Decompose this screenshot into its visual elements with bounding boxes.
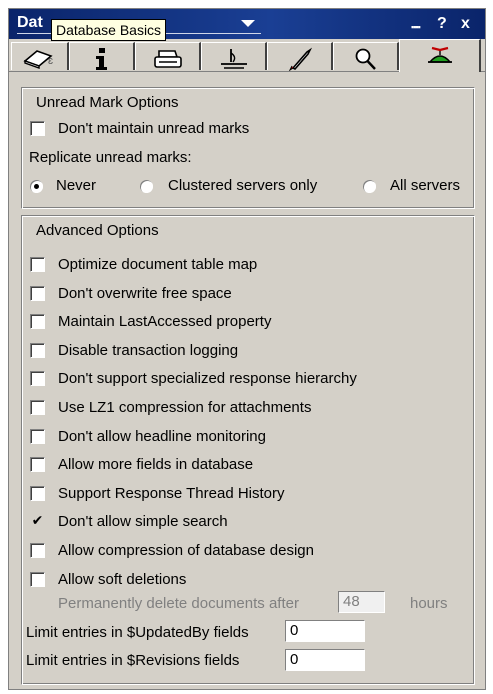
radio-never-label: Never bbox=[56, 177, 97, 194]
advanced-option-checkbox[interactable] bbox=[30, 457, 45, 472]
advanced-option-checkbox[interactable] bbox=[30, 371, 45, 386]
help-icon[interactable]: ? bbox=[437, 16, 447, 32]
advanced-option-checkbox[interactable] bbox=[30, 343, 45, 358]
advanced-option-label: Don't support specialized response hiera… bbox=[58, 370, 357, 387]
tab-printing[interactable] bbox=[135, 42, 201, 70]
radio-never[interactable] bbox=[30, 180, 43, 193]
advanced-option-label: Disable transaction logging bbox=[58, 342, 239, 359]
dont-maintain-unread-checkbox[interactable] bbox=[30, 121, 45, 136]
radio-clustered[interactable] bbox=[140, 180, 153, 193]
tab-launch[interactable] bbox=[267, 42, 333, 71]
advanced-group-title: Advanced Options bbox=[36, 222, 159, 239]
replicate-unread-label: Replicate unread marks: bbox=[29, 149, 192, 166]
database-icon: ɛ bbox=[22, 50, 53, 69]
advanced-option-checkbox[interactable] bbox=[30, 572, 45, 587]
delete-after-field[interactable]: 48 bbox=[338, 591, 385, 613]
magnifier-icon bbox=[355, 48, 376, 70]
printer-icon bbox=[153, 50, 182, 68]
checkmark-icon: ✔ bbox=[31, 512, 44, 528]
advanced-option-label: Use LZ1 compression for attachments bbox=[58, 399, 312, 416]
revisions-label: Limit entries in $Revisions fields bbox=[26, 652, 240, 669]
advanced-option-checkbox[interactable] bbox=[30, 314, 45, 329]
tab-info[interactable] bbox=[69, 42, 135, 70]
close-icon[interactable]: x bbox=[461, 16, 470, 32]
tab-advanced[interactable] bbox=[399, 39, 481, 72]
tooltip: Database Basics bbox=[51, 19, 167, 41]
propeller-hat-icon bbox=[427, 46, 452, 63]
advanced-option-checkbox[interactable] bbox=[30, 429, 45, 444]
advanced-option-label: Allow more fields in database bbox=[58, 456, 254, 473]
advanced-option-checkbox[interactable] bbox=[30, 486, 45, 501]
hours-label: hours bbox=[410, 595, 448, 612]
info-icon bbox=[95, 48, 107, 70]
updated-by-field[interactable]: 0 bbox=[285, 620, 365, 642]
advanced-option-checkbox[interactable] bbox=[30, 257, 45, 272]
advanced-option-label: Allow compression of database design bbox=[58, 542, 314, 559]
advanced-option-label: Don't allow simple search bbox=[58, 513, 228, 530]
menu-icon[interactable]: ▪▪▪▪ bbox=[411, 19, 421, 35]
radio-clustered-label: Clustered servers only bbox=[168, 177, 318, 194]
radio-all-servers[interactable] bbox=[363, 180, 376, 193]
advanced-option-checkbox[interactable] bbox=[30, 400, 45, 415]
tab-design[interactable] bbox=[201, 42, 267, 70]
revisions-field[interactable]: 0 bbox=[285, 649, 365, 671]
advanced-option-label: Optimize document table map bbox=[58, 256, 258, 273]
radio-all-servers-label: All servers bbox=[390, 177, 461, 194]
tab-basics[interactable]: ɛ bbox=[11, 42, 69, 70]
advanced-option-label: Don't overwrite free space bbox=[58, 285, 232, 302]
tab-full-text[interactable] bbox=[333, 42, 399, 70]
permanently-delete-label: Permanently delete documents after bbox=[58, 595, 299, 612]
database-properties-window: Dat ▪▪▪▪ ? x ɛ Unread Mark Options Don't… bbox=[8, 8, 486, 690]
advanced-option-checkbox[interactable] bbox=[30, 543, 45, 558]
design-icon bbox=[220, 49, 247, 69]
svg-text:ɛ: ɛ bbox=[48, 55, 53, 67]
advanced-option-label: Maintain LastAccessed property bbox=[58, 313, 272, 330]
properties-dropdown-icon[interactable] bbox=[241, 20, 255, 27]
tab-strip: ɛ bbox=[9, 39, 485, 72]
advanced-option-label: Allow soft deletions bbox=[58, 571, 187, 588]
unread-group-title: Unread Mark Options bbox=[36, 94, 179, 111]
dont-maintain-unread-label: Don't maintain unread marks bbox=[58, 120, 250, 137]
advanced-option-checkbox[interactable]: ✔ bbox=[30, 512, 45, 529]
advanced-option-label: Don't allow headline monitoring bbox=[58, 428, 266, 445]
rocket-icon bbox=[288, 47, 312, 71]
advanced-option-checkbox[interactable] bbox=[30, 286, 45, 301]
updated-by-label: Limit entries in $UpdatedBy fields bbox=[26, 624, 249, 641]
window-title: Dat bbox=[17, 14, 43, 31]
advanced-option-label: Support Response Thread History bbox=[58, 485, 285, 502]
